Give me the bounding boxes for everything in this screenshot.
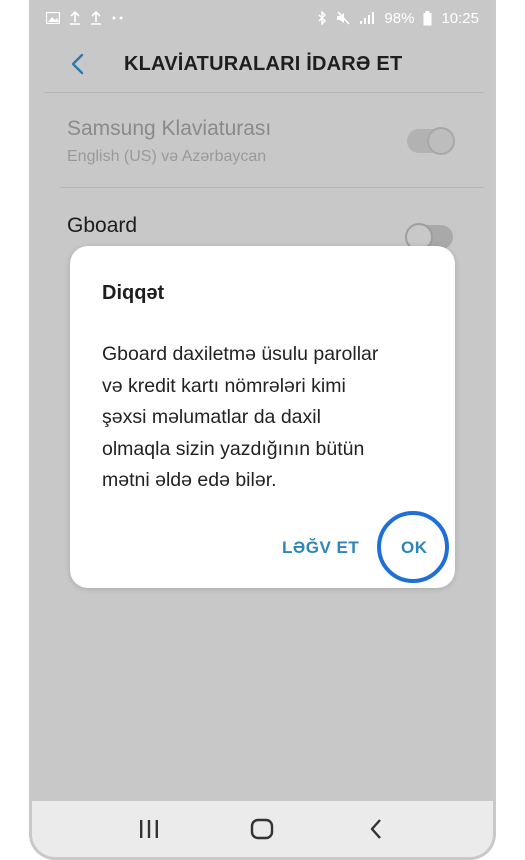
upload-icon — [90, 11, 102, 25]
app-bar: KLAVİATURALARI İDARƏ ET — [32, 36, 493, 92]
signal-icon — [359, 11, 375, 25]
list-item-subtitle: English (US) və Azərbaycan — [67, 148, 267, 165]
mute-icon — [336, 11, 351, 25]
chevron-left-icon — [71, 53, 84, 75]
home-icon — [251, 818, 274, 840]
divider — [44, 92, 484, 93]
dialog-message-line: Gboard daxiletmə üsulu parollar — [102, 343, 379, 365]
status-bar: 98% 10:25 — [32, 0, 493, 36]
status-time: 10:25 — [441, 9, 479, 27]
back-nav-button[interactable] — [352, 809, 400, 849]
toggle-switch[interactable] — [407, 127, 455, 155]
cancel-button[interactable]: LƏĞV ET — [282, 538, 359, 558]
divider — [60, 187, 484, 188]
ok-button[interactable]: OK — [401, 538, 428, 558]
gallery-icon — [46, 12, 60, 24]
dots-icon — [111, 16, 125, 20]
status-right: 98% 10:25 — [317, 10, 479, 27]
list-item-title: Gboard — [67, 214, 138, 237]
recent-apps-button[interactable] — [125, 809, 173, 849]
recent-apps-icon — [139, 820, 158, 838]
home-button[interactable] — [238, 809, 286, 849]
dialog-message-line: şəxsi məlumatlar da daxil — [102, 406, 321, 428]
dialog-message-line: mətni əldə edə bilər. — [102, 469, 277, 491]
bluetooth-icon — [317, 11, 327, 25]
toggle-knob — [427, 127, 455, 155]
warning-dialog: Diqqət Gboard daxiletmə üsulu parollar v… — [70, 246, 455, 588]
back-icon — [370, 819, 382, 839]
dialog-message-line: olmaqla sizin yazdığının bütün — [102, 437, 365, 460]
upload-icon — [69, 11, 81, 25]
back-button[interactable] — [62, 49, 92, 79]
battery-icon — [423, 10, 432, 26]
dialog-title: Diqqət — [102, 282, 165, 304]
dialog-message: Gboard daxiletmə üsulu parollar və kredi… — [102, 339, 432, 497]
status-left — [46, 11, 125, 25]
battery-percent: 98% — [384, 9, 415, 27]
list-item-title: Samsung Klaviaturası — [67, 117, 272, 140]
phone-frame: 98% 10:25 KLAVİATURALARI İDARƏ ET Samsun… — [29, 0, 496, 860]
page-title: KLAVİATURALARI İDARƏ ET — [124, 52, 403, 75]
list-item-samsung-keyboard[interactable]: Samsung Klaviaturası English (US) və Azə… — [32, 100, 493, 192]
navigation-bar — [32, 801, 493, 857]
dialog-message-line: və kredit kartı nömrələri kimi — [102, 374, 346, 397]
